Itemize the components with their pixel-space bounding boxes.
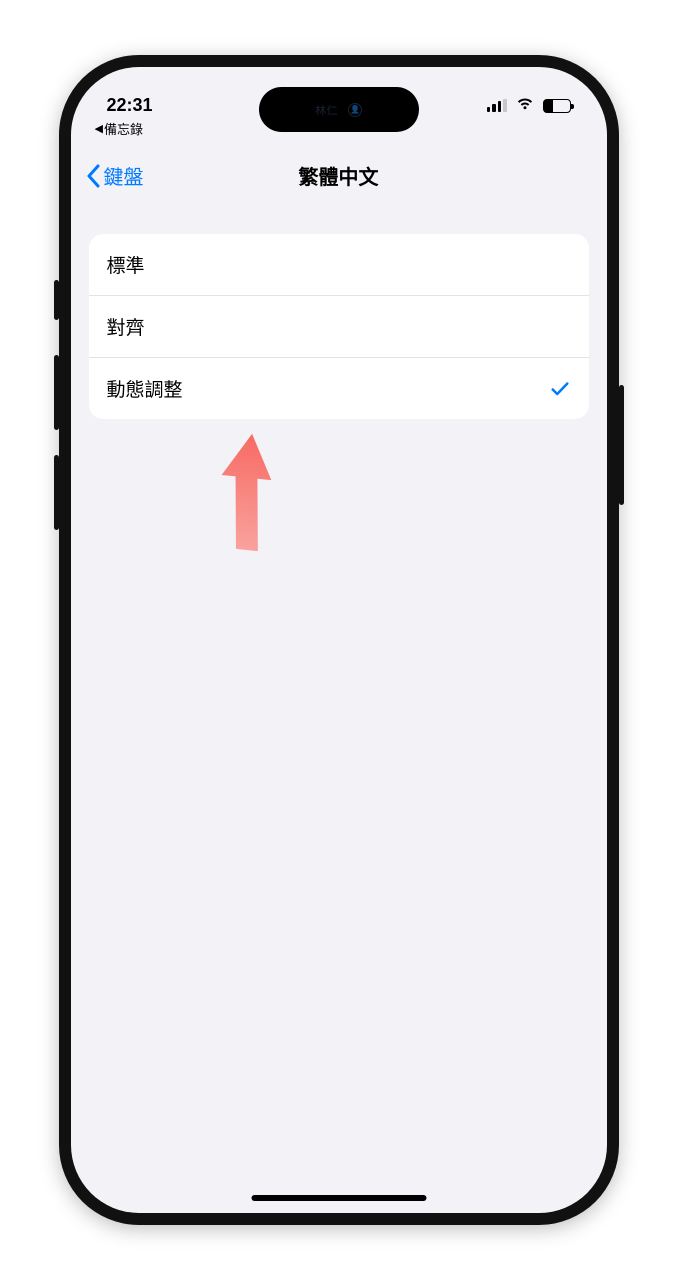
volume-up-btn: [54, 355, 59, 430]
option-label: 對齊: [107, 313, 145, 340]
status-right: [487, 95, 571, 116]
battery-icon: [543, 99, 571, 113]
option-row-standard[interactable]: 標準: [89, 234, 589, 296]
options-group: 標準 對齊 動態調整: [89, 234, 589, 419]
checkmark-icon: [549, 378, 571, 400]
island-caption: 林仁: [315, 102, 338, 118]
option-label: 標準: [107, 251, 145, 278]
option-row-dynamic[interactable]: 動態調整: [89, 358, 589, 419]
power-btn: [619, 385, 624, 505]
nav-back-label: 鍵盤: [104, 161, 144, 190]
home-indicator[interactable]: [251, 1195, 426, 1201]
option-label: 動態調整: [107, 375, 183, 402]
wifi-icon: [515, 95, 535, 116]
nav-back-button[interactable]: 鍵盤: [85, 150, 144, 201]
mute-switch: [54, 280, 59, 320]
island-avatar-icon: 👤: [348, 103, 362, 117]
annotation-arrow-icon: [218, 430, 282, 555]
status-time: 22:31: [107, 95, 153, 116]
chevron-left-icon: [85, 164, 101, 188]
breadcrumb-back[interactable]: ◀ 備忘錄: [95, 119, 143, 138]
volume-down-btn: [54, 455, 59, 530]
nav-header: 鍵盤 繁體中文: [71, 150, 607, 202]
screen: 林仁 👤 22:31 ◀ 備忘錄 鍵盤: [71, 67, 607, 1213]
dynamic-island: 林仁 👤: [259, 87, 419, 132]
nav-title: 繁體中文: [299, 161, 379, 190]
breadcrumb-label: 備忘錄: [104, 119, 143, 138]
breadcrumb-arrow-icon: ◀: [95, 122, 103, 135]
option-row-justified[interactable]: 對齊: [89, 296, 589, 358]
phone-frame: 林仁 👤 22:31 ◀ 備忘錄 鍵盤: [59, 55, 619, 1225]
cell-signal-icon: [487, 99, 507, 112]
